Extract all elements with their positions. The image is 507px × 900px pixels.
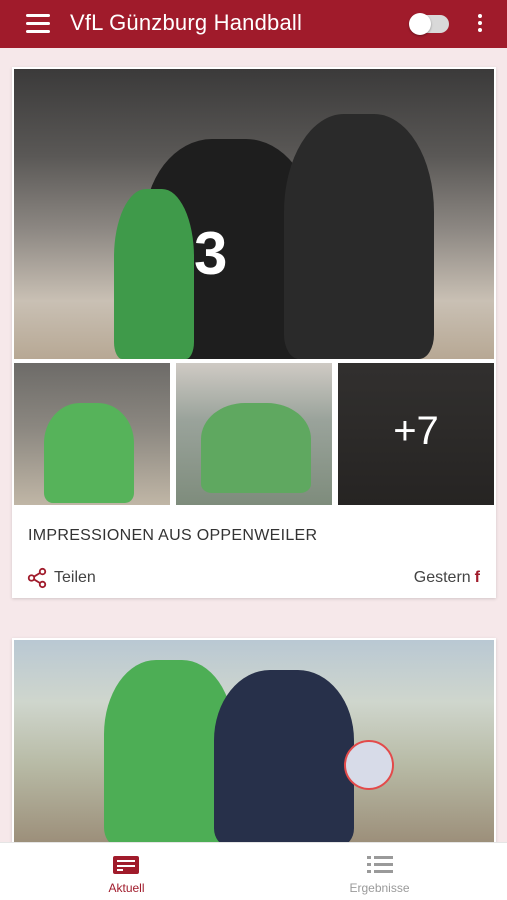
gallery-thumbnail[interactable]: [176, 363, 332, 505]
main-photo[interactable]: 3: [14, 69, 494, 359]
list-icon: [367, 855, 393, 875]
player-figure: [284, 114, 434, 359]
app-title: VfL Günzburg Handball: [70, 10, 303, 35]
more-photos-count: +7: [393, 409, 439, 453]
share-icon: [27, 567, 47, 589]
bottom-navigation: Aktuell Ergebnisse: [0, 842, 507, 900]
more-options-icon[interactable]: [474, 14, 486, 34]
app-bar: VfL Günzburg Handball: [0, 0, 507, 48]
jersey-number-graphic: 3: [194, 220, 228, 287]
notifications-toggle[interactable]: [409, 13, 449, 35]
player-figure: [44, 403, 134, 503]
post-date: Gestern: [413, 569, 471, 586]
newspaper-icon: [113, 856, 139, 874]
hamburger-menu-icon[interactable]: [26, 14, 50, 34]
nav-label: Aktuell: [108, 881, 145, 895]
nav-item-aktuell[interactable]: Aktuell: [0, 843, 253, 900]
player-figure: [114, 189, 194, 359]
nav-label: Ergebnisse: [349, 881, 410, 895]
share-button[interactable]: Teilen: [26, 567, 96, 589]
handball-graphic: [344, 740, 394, 790]
toggle-knob: [409, 13, 431, 35]
gallery-thumbnail[interactable]: [14, 363, 170, 505]
nav-item-ergebnisse[interactable]: Ergebnisse: [253, 843, 506, 900]
news-card: [12, 638, 496, 848]
facebook-icon: f: [474, 569, 480, 586]
team-figure: [201, 403, 311, 493]
post-meta: Gestern f: [414, 569, 480, 587]
player-figure: [214, 670, 354, 846]
news-card: 3 +7 IMPRESSIONEN AUS OPPENWEILER Teilen…: [12, 67, 496, 598]
post-title[interactable]: IMPRESSIONEN AUS OPPENWEILER: [28, 527, 317, 545]
share-label: Teilen: [54, 569, 96, 586]
main-photo[interactable]: [14, 640, 494, 846]
gallery-more-thumbnail[interactable]: +7: [338, 363, 494, 505]
